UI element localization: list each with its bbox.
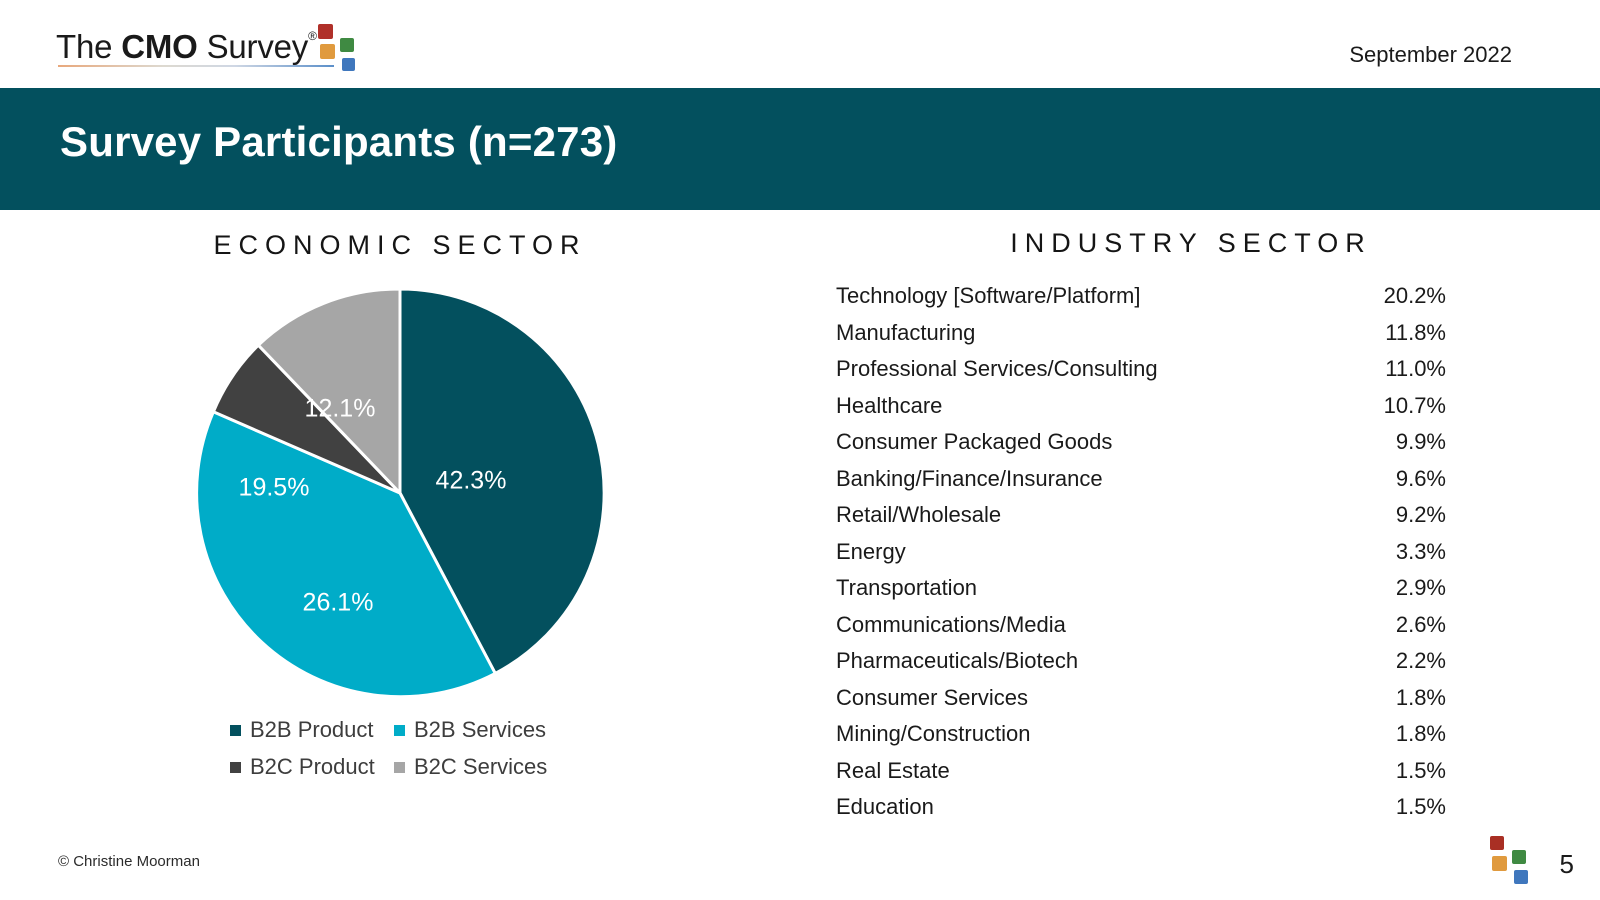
industry-name: Communications/Media — [836, 611, 1066, 637]
legend-item-b2c-product[interactable]: B2C Product — [230, 754, 394, 780]
industry-name: Real Estate — [836, 757, 950, 783]
table-row: Consumer Packaged Goods 9.9% — [836, 429, 1446, 466]
legend-swatch-b2b-product-icon — [230, 724, 241, 736]
survey-date: September 2022 — [1349, 42, 1512, 67]
economic-sector-heading: ECONOMIC SECTOR — [213, 230, 587, 260]
industry-name: Mining/Construction — [836, 721, 1031, 746]
table-row: Retail/Wholesale 9.2% — [836, 502, 1446, 539]
table-row: Energy 3.3% — [836, 539, 1446, 576]
legend-item-b2b-product[interactable]: B2B Product — [230, 717, 394, 743]
logo-underline-rule — [58, 65, 334, 67]
industry-value: 9.6% — [1395, 465, 1446, 491]
table-row: Communications/Media 2.6% — [836, 612, 1446, 649]
industry-name: Healthcare — [836, 392, 943, 418]
industry-name: Energy — [836, 538, 906, 564]
legend-label-b2b-services: B2B Services — [414, 717, 547, 742]
industry-name: Banking/Finance/Insurance — [836, 465, 1103, 491]
industry-value: 3.3% — [1395, 538, 1446, 564]
industry-value: 11.8% — [1385, 319, 1446, 345]
industry-name: Retail/Wholesale — [836, 502, 1002, 527]
legend-label-b2c-product: B2C Product — [250, 754, 375, 779]
table-row: Technology [Software/Platform] 20.2% — [836, 283, 1446, 320]
legend-label-b2b-product: B2B Product — [250, 717, 374, 742]
industry-value: 9.2% — [1395, 502, 1446, 527]
industry-name: Professional Services/Consulting — [836, 356, 1158, 381]
table-row: Pharmaceuticals/Biotech 2.2% — [836, 648, 1446, 685]
industry-name: Consumer Services — [836, 684, 1028, 710]
industry-name: Transportation — [836, 575, 978, 600]
industry-name: Education — [836, 794, 934, 819]
legend-item-b2c-services[interactable]: B2C Services — [394, 754, 570, 780]
table-row: Banking/Finance/Insurance 9.6% — [836, 466, 1446, 503]
footer-square-blue-icon — [1514, 870, 1528, 884]
industry-name: Pharmaceuticals/Biotech — [836, 648, 1079, 673]
footer-squares-mark — [1470, 834, 1528, 884]
logo-square-red-icon — [318, 24, 333, 39]
table-row: Mining/Construction 1.8% — [836, 721, 1446, 758]
legend-swatch-b2c-product-icon — [230, 761, 241, 773]
logo-square-orange-icon — [320, 44, 335, 59]
logo-square-green-icon — [340, 38, 354, 52]
logo-wordmark: The CMO Survey® — [56, 22, 317, 67]
table-row: Education 1.5% — [836, 794, 1446, 831]
industry-value: 20.2% — [1383, 283, 1446, 308]
industry-value: 2.6% — [1395, 611, 1446, 637]
economic-sector-panel: ECONOMIC SECTOR 42.3% 26.1% 19.5% 12.1% — [0, 220, 800, 840]
industry-sector-table: Technology [Software/Platform] 20.2% Man… — [836, 283, 1446, 831]
industry-value: 1.5% — [1395, 794, 1446, 819]
industry-value: 9.9% — [1395, 429, 1446, 454]
pie-slices — [195, 287, 606, 699]
page-title: Survey Participants (n=273) — [60, 118, 618, 165]
slide: The CMO Survey® September 2022 Survey Pa… — [0, 0, 1600, 900]
table-row: Manufacturing 11.8% — [836, 320, 1446, 357]
industry-value: 11.0% — [1385, 356, 1446, 381]
pie-legend: B2B Product B2B Services B2C Product B2C… — [230, 717, 570, 780]
logo-cmo: CMO — [121, 28, 198, 65]
industry-value: 1.8% — [1395, 721, 1446, 746]
industry-sector-panel: INDUSTRY SECTOR Technology [Software/Pla… — [800, 220, 1600, 840]
footer-square-orange-icon — [1492, 856, 1507, 871]
legend-label-b2c-services: B2C Services — [414, 754, 548, 779]
industry-name: Consumer Packaged Goods — [836, 429, 1113, 454]
industry-value: 2.2% — [1395, 648, 1446, 673]
legend-swatch-b2b-services-icon — [394, 724, 405, 736]
footer-square-red-icon — [1490, 836, 1504, 850]
logo-squares-mark — [294, 24, 356, 71]
copyright-notice: © Christine Moorman — [58, 853, 200, 870]
economic-sector-pie-chart: 42.3% 26.1% 19.5% 12.1% — [190, 283, 610, 703]
pie-svg — [195, 287, 606, 699]
logo-the: The — [56, 28, 122, 65]
table-row: Transportation 2.9% — [836, 575, 1446, 612]
industry-name: Manufacturing — [836, 319, 976, 345]
cmo-survey-logo: The CMO Survey® — [56, 22, 356, 74]
table-row: Healthcare 10.7% — [836, 393, 1446, 430]
industry-sector-heading: INDUSTRY SECTOR — [1010, 228, 1372, 258]
title-banner: Survey Participants (n=273) — [0, 88, 1600, 210]
legend-swatch-b2c-services-icon — [394, 761, 405, 773]
industry-value: 2.9% — [1395, 575, 1446, 600]
table-row: Professional Services/Consulting 11.0% — [836, 356, 1446, 393]
footer-square-green-icon — [1512, 850, 1526, 864]
industry-value: 10.7% — [1383, 392, 1446, 418]
page-number: 5 — [1559, 849, 1574, 879]
industry-name: Technology [Software/Platform] — [836, 283, 1141, 308]
table-row: Consumer Services 1.8% — [836, 685, 1446, 722]
logo-survey: Survey — [197, 28, 309, 65]
top-bar: The CMO Survey® September 2022 — [0, 0, 1600, 88]
industry-value: 1.8% — [1395, 684, 1446, 710]
legend-item-b2b-services[interactable]: B2B Services — [394, 717, 570, 743]
industry-value: 1.5% — [1395, 757, 1446, 783]
table-row: Real Estate 1.5% — [836, 758, 1446, 795]
logo-square-blue-icon — [342, 58, 355, 71]
